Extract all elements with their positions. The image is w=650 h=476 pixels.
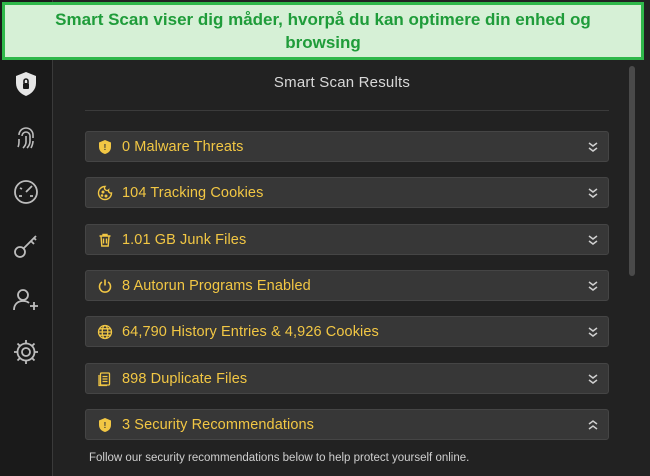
shield-icon	[16, 72, 36, 96]
sidebar-item-security[interactable]	[8, 66, 44, 102]
sidebar-item-passwords[interactable]	[8, 228, 44, 264]
result-row-security-recommendations[interactable]: ! 3 Security Recommendations	[85, 409, 609, 440]
chevron-up-icon[interactable]	[586, 417, 600, 433]
gear-icon	[14, 340, 38, 364]
chevron-down-icon[interactable]	[586, 371, 600, 387]
power-icon	[96, 277, 114, 295]
divider	[85, 110, 609, 111]
main-panel: Smart Scan Results ! 0 Malware Threats 1…	[53, 0, 650, 476]
svg-text:!: !	[104, 421, 107, 430]
result-row-autorun[interactable]: 8 Autorun Programs Enabled	[85, 270, 609, 301]
result-label: 104 Tracking Cookies	[122, 184, 264, 201]
sidebar-item-performance[interactable]	[8, 174, 44, 210]
result-label: 1.01 GB Junk Files	[122, 231, 247, 248]
scrollbar[interactable]	[629, 66, 635, 276]
shield-icon: !	[96, 138, 114, 156]
result-row-malware[interactable]: ! 0 Malware Threats	[85, 131, 609, 162]
files-icon	[96, 370, 114, 388]
result-label: 0 Malware Threats	[122, 138, 244, 155]
chevron-down-icon[interactable]	[586, 278, 600, 294]
shield-icon: !	[96, 416, 114, 434]
trash-icon	[96, 231, 114, 249]
speedometer-icon	[14, 180, 38, 204]
result-row-history[interactable]: 64,790 History Entries & 4,926 Cookies	[85, 316, 609, 347]
cookie-icon	[96, 184, 114, 202]
key-icon	[14, 235, 37, 258]
result-label: 64,790 History Entries & 4,926 Cookies	[122, 323, 379, 340]
page-title: Smart Scan Results	[273, 74, 411, 91]
result-row-cookies[interactable]: 104 Tracking Cookies	[85, 177, 609, 208]
fingerprint-icon	[17, 127, 34, 149]
result-label: 3 Security Recommendations	[122, 416, 314, 433]
sidebar-item-settings[interactable]	[8, 334, 44, 370]
add-user-icon	[13, 289, 38, 311]
globe-icon	[96, 323, 114, 341]
caption-banner: Smart Scan viser dig måder, hvorpå du ka…	[2, 2, 644, 60]
caption-text: Smart Scan viser dig måder, hvorpå du ka…	[55, 10, 591, 52]
chevron-down-icon[interactable]	[586, 232, 600, 248]
result-label: 898 Duplicate Files	[122, 370, 248, 387]
chevron-down-icon[interactable]	[586, 139, 600, 155]
result-row-duplicates[interactable]: 898 Duplicate Files	[85, 363, 609, 394]
sidebar	[0, 0, 53, 476]
svg-text:!: !	[104, 143, 107, 152]
sidebar-item-privacy[interactable]	[8, 120, 44, 156]
result-row-junk-files[interactable]: 1.01 GB Junk Files	[85, 224, 609, 255]
sidebar-item-account[interactable]	[8, 282, 44, 318]
result-label: 8 Autorun Programs Enabled	[122, 277, 311, 294]
recommendations-description: Follow our security recommendations belo…	[89, 452, 470, 464]
chevron-down-icon[interactable]	[586, 185, 600, 201]
chevron-down-icon[interactable]	[586, 324, 600, 340]
